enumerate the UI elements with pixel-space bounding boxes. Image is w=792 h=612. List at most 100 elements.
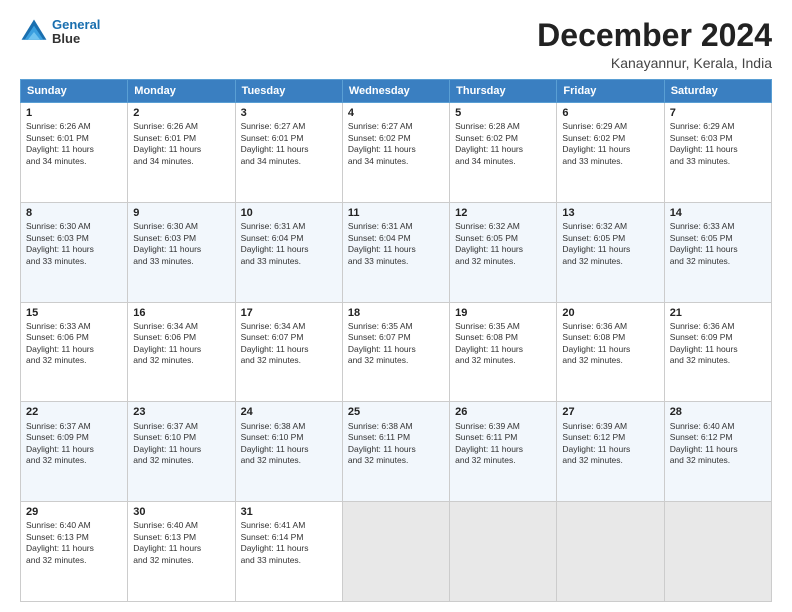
calendar-day-cell: 7Sunrise: 6:29 AM Sunset: 6:03 PM Daylig… xyxy=(664,103,771,203)
calendar-day-cell: 8Sunrise: 6:30 AM Sunset: 6:03 PM Daylig… xyxy=(21,202,128,302)
calendar-day-cell: 22Sunrise: 6:37 AM Sunset: 6:09 PM Dayli… xyxy=(21,402,128,502)
title-block: December 2024 Kanayannur, Kerala, India xyxy=(537,18,772,71)
calendar-day-cell: 30Sunrise: 6:40 AM Sunset: 6:13 PM Dayli… xyxy=(128,502,235,602)
day-number: 18 xyxy=(348,306,444,320)
day-info: Sunrise: 6:32 AM Sunset: 6:05 PM Dayligh… xyxy=(455,221,551,267)
calendar-header-cell: Friday xyxy=(557,80,664,103)
day-info: Sunrise: 6:36 AM Sunset: 6:08 PM Dayligh… xyxy=(562,321,658,367)
calendar-day-cell: 6Sunrise: 6:29 AM Sunset: 6:02 PM Daylig… xyxy=(557,103,664,203)
day-info: Sunrise: 6:39 AM Sunset: 6:12 PM Dayligh… xyxy=(562,421,658,467)
day-number: 17 xyxy=(241,306,337,320)
day-number: 28 xyxy=(670,405,766,419)
calendar-day-cell: 13Sunrise: 6:32 AM Sunset: 6:05 PM Dayli… xyxy=(557,202,664,302)
logo: General Blue xyxy=(20,18,100,47)
calendar-day-cell: 2Sunrise: 6:26 AM Sunset: 6:01 PM Daylig… xyxy=(128,103,235,203)
day-info: Sunrise: 6:28 AM Sunset: 6:02 PM Dayligh… xyxy=(455,121,551,167)
day-number: 7 xyxy=(670,106,766,120)
day-number: 14 xyxy=(670,206,766,220)
calendar-week-row: 22Sunrise: 6:37 AM Sunset: 6:09 PM Dayli… xyxy=(21,402,772,502)
calendar-day-cell: 25 Sunrise: 6:38 AM Sunset: 6:11 PM Dayli… xyxy=(342,402,449,502)
day-number: 8 xyxy=(26,206,122,220)
day-number: 25 xyxy=(348,405,444,419)
calendar-week-row: 8Sunrise: 6:30 AM Sunset: 6:03 PM Daylig… xyxy=(21,202,772,302)
calendar-day-cell: 20Sunrise: 6:36 AM Sunset: 6:08 PM Dayli… xyxy=(557,302,664,402)
day-number: 10 xyxy=(241,206,337,220)
day-number: 12 xyxy=(455,206,551,220)
calendar-header-cell: Sunday xyxy=(21,80,128,103)
calendar-day-cell xyxy=(342,502,449,602)
day-info: Sunrise: 6:29 AM Sunset: 6:03 PM Dayligh… xyxy=(670,121,766,167)
day-number: 6 xyxy=(562,106,658,120)
day-info: Sunrise: 6:29 AM Sunset: 6:02 PM Dayligh… xyxy=(562,121,658,167)
day-number: 5 xyxy=(455,106,551,120)
day-info: Sunrise: 6:36 AM Sunset: 6:09 PM Dayligh… xyxy=(670,321,766,367)
calendar-day-cell: 19Sunrise: 6:35 AM Sunset: 6:08 PM Dayli… xyxy=(450,302,557,402)
day-number: 13 xyxy=(562,206,658,220)
calendar-day-cell: 23Sunrise: 6:37 AM Sunset: 6:10 PM Dayli… xyxy=(128,402,235,502)
day-info: Sunrise: 6:40 AM Sunset: 6:13 PM Dayligh… xyxy=(26,520,122,566)
day-info: Sunrise: 6:26 AM Sunset: 6:01 PM Dayligh… xyxy=(26,121,122,167)
day-number: 1 xyxy=(26,106,122,120)
day-info: Sunrise: 6:30 AM Sunset: 6:03 PM Dayligh… xyxy=(26,221,122,267)
day-info: Sunrise: 6:31 AM Sunset: 6:04 PM Dayligh… xyxy=(348,221,444,267)
calendar-day-cell: 9Sunrise: 6:30 AM Sunset: 6:03 PM Daylig… xyxy=(128,202,235,302)
subtitle: Kanayannur, Kerala, India xyxy=(537,55,772,71)
calendar-day-cell: 10Sunrise: 6:31 AM Sunset: 6:04 PM Dayli… xyxy=(235,202,342,302)
day-number: 24 xyxy=(241,405,337,419)
calendar-week-row: 15Sunrise: 6:33 AM Sunset: 6:06 PM Dayli… xyxy=(21,302,772,402)
day-number: 31 xyxy=(241,505,337,519)
calendar-day-cell: 27 Sunrise: 6:39 AM Sunset: 6:12 PM Dayli… xyxy=(557,402,664,502)
day-number: 16 xyxy=(133,306,229,320)
day-info: Sunrise: 6:38 AM Sunset: 6:11 PM Dayligh… xyxy=(348,421,444,467)
calendar-day-cell xyxy=(450,502,557,602)
day-info: Sunrise: 6:30 AM Sunset: 6:03 PM Dayligh… xyxy=(133,221,229,267)
day-number: 19 xyxy=(455,306,551,320)
calendar-header-cell: Monday xyxy=(128,80,235,103)
day-info: Sunrise: 6:40 AM Sunset: 6:13 PM Dayligh… xyxy=(133,520,229,566)
day-info: Sunrise: 6:33 AM Sunset: 6:05 PM Dayligh… xyxy=(670,221,766,267)
header: General Blue December 2024 Kanayannur, K… xyxy=(20,18,772,71)
calendar-day-cell: 26 Sunrise: 6:39 AM Sunset: 6:11 PM Dayli… xyxy=(450,402,557,502)
calendar-day-cell: 14Sunrise: 6:33 AM Sunset: 6:05 PM Dayli… xyxy=(664,202,771,302)
logo-text: General Blue xyxy=(52,18,100,47)
day-number: 11 xyxy=(348,206,444,220)
calendar-day-cell: 5Sunrise: 6:28 AM Sunset: 6:02 PM Daylig… xyxy=(450,103,557,203)
calendar-table: SundayMondayTuesdayWednesdayThursdayFrid… xyxy=(20,79,772,602)
calendar-day-cell: 4Sunrise: 6:27 AM Sunset: 6:02 PM Daylig… xyxy=(342,103,449,203)
calendar-day-cell: 15Sunrise: 6:33 AM Sunset: 6:06 PM Dayli… xyxy=(21,302,128,402)
calendar-day-cell: 16Sunrise: 6:34 AM Sunset: 6:06 PM Dayli… xyxy=(128,302,235,402)
day-info: Sunrise: 6:41 AM Sunset: 6:14 PM Dayligh… xyxy=(241,520,337,566)
calendar-header-cell: Thursday xyxy=(450,80,557,103)
day-info: Sunrise: 6:40 AM Sunset: 6:12 PM Dayligh… xyxy=(670,421,766,467)
day-number: 3 xyxy=(241,106,337,120)
calendar-day-cell: 12Sunrise: 6:32 AM Sunset: 6:05 PM Dayli… xyxy=(450,202,557,302)
day-info: Sunrise: 6:35 AM Sunset: 6:07 PM Dayligh… xyxy=(348,321,444,367)
calendar-day-cell: 18Sunrise: 6:35 AM Sunset: 6:07 PM Dayli… xyxy=(342,302,449,402)
day-info: Sunrise: 6:38 AM Sunset: 6:10 PM Dayligh… xyxy=(241,421,337,467)
day-number: 4 xyxy=(348,106,444,120)
calendar-week-row: 1Sunrise: 6:26 AM Sunset: 6:01 PM Daylig… xyxy=(21,103,772,203)
page: General Blue December 2024 Kanayannur, K… xyxy=(0,0,792,612)
day-number: 26 xyxy=(455,405,551,419)
calendar-day-cell xyxy=(557,502,664,602)
day-number: 30 xyxy=(133,505,229,519)
calendar-day-cell: 28 Sunrise: 6:40 AM Sunset: 6:12 PM Dayli… xyxy=(664,402,771,502)
day-info: Sunrise: 6:31 AM Sunset: 6:04 PM Dayligh… xyxy=(241,221,337,267)
day-info: Sunrise: 6:27 AM Sunset: 6:02 PM Dayligh… xyxy=(348,121,444,167)
calendar-week-row: 29Sunrise: 6:40 AM Sunset: 6:13 PM Dayli… xyxy=(21,502,772,602)
day-number: 2 xyxy=(133,106,229,120)
day-number: 9 xyxy=(133,206,229,220)
day-number: 29 xyxy=(26,505,122,519)
logo-icon xyxy=(20,18,48,46)
calendar-day-cell: 21Sunrise: 6:36 AM Sunset: 6:09 PM Dayli… xyxy=(664,302,771,402)
calendar-day-cell: 17Sunrise: 6:34 AM Sunset: 6:07 PM Dayli… xyxy=(235,302,342,402)
calendar-day-cell: 31Sunrise: 6:41 AM Sunset: 6:14 PM Dayli… xyxy=(235,502,342,602)
day-number: 27 xyxy=(562,405,658,419)
calendar-day-cell: 3Sunrise: 6:27 AM Sunset: 6:01 PM Daylig… xyxy=(235,103,342,203)
day-info: Sunrise: 6:39 AM Sunset: 6:11 PM Dayligh… xyxy=(455,421,551,467)
calendar-day-cell: 1Sunrise: 6:26 AM Sunset: 6:01 PM Daylig… xyxy=(21,103,128,203)
day-info: Sunrise: 6:33 AM Sunset: 6:06 PM Dayligh… xyxy=(26,321,122,367)
day-number: 15 xyxy=(26,306,122,320)
day-info: Sunrise: 6:34 AM Sunset: 6:07 PM Dayligh… xyxy=(241,321,337,367)
day-info: Sunrise: 6:37 AM Sunset: 6:09 PM Dayligh… xyxy=(26,421,122,467)
